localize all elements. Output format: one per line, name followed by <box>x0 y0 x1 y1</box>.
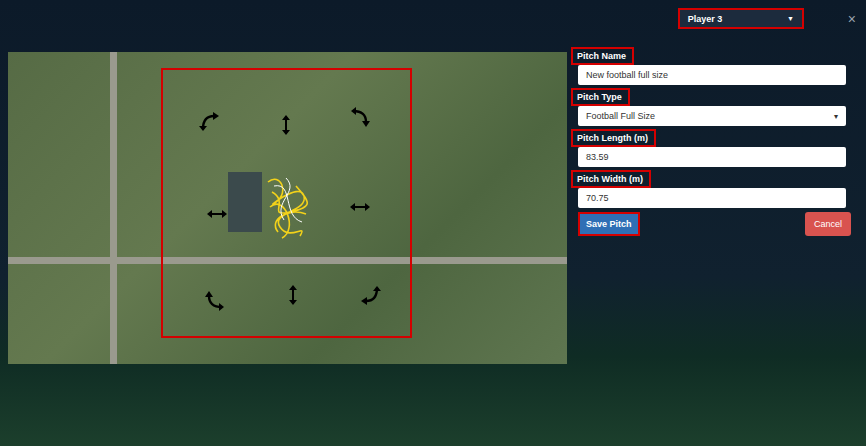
field-label: Pitch Width (m) <box>571 170 651 188</box>
resize-handle-icon[interactable] <box>282 284 304 306</box>
rotate-handle-icon[interactable] <box>349 107 371 129</box>
form-field: Pitch Length (m) 83.59 <box>571 129 851 167</box>
resize-handle-icon[interactable] <box>275 114 297 136</box>
field-value: New football full size <box>586 70 668 80</box>
rotate-handle-icon[interactable] <box>359 284 381 306</box>
cancel-button[interactable]: Cancel <box>805 212 851 236</box>
main-area: Pitch Name New football full size Pitch Ty… <box>0 47 866 364</box>
map-road <box>110 52 117 364</box>
map-road <box>8 257 567 264</box>
field-label: Pitch Type <box>571 88 630 106</box>
form-field: Pitch Name New football full size <box>571 47 851 85</box>
top-bar: Player 3 ▼ × <box>0 0 866 29</box>
close-button[interactable]: × <box>848 11 856 27</box>
field-label: Pitch Name <box>571 47 634 65</box>
player-select-value: Player 3 <box>688 14 723 24</box>
pitch-form: Pitch Name New football full size Pitch Ty… <box>571 47 851 364</box>
text-input[interactable]: New football full size <box>578 65 846 85</box>
text-input[interactable]: 83.59 <box>578 147 846 167</box>
player-select-caret-icon: ▼ <box>787 15 794 22</box>
field-value: 83.59 <box>586 152 609 162</box>
pitch-type-select[interactable]: Football Full Size ▾ <box>578 106 846 126</box>
resize-handle-icon[interactable] <box>349 196 371 218</box>
button-row: Save Pitch Cancel <box>571 212 851 236</box>
select-caret-icon: ▾ <box>834 112 838 121</box>
player-select[interactable]: Player 3 ▼ <box>678 8 804 29</box>
save-button[interactable]: Save Pitch <box>578 212 640 236</box>
field-label: Pitch Length (m) <box>571 129 656 147</box>
rotate-handle-icon[interactable] <box>199 111 221 133</box>
field-value: Football Full Size <box>586 111 655 121</box>
rotate-handle-icon[interactable] <box>204 289 226 311</box>
form-field: Pitch Type Football Full Size ▾ <box>571 88 851 126</box>
text-input[interactable]: 70.75 <box>578 188 846 208</box>
pitch-editor: Player 3 ▼ × Pitch Name New football full si… <box>0 0 866 446</box>
form-field: Pitch Width (m) 70.75 <box>571 170 851 208</box>
gps-track-icon <box>260 172 316 242</box>
resize-handle-icon[interactable] <box>206 203 228 225</box>
map-court <box>228 172 262 232</box>
satellite-map[interactable] <box>8 52 567 364</box>
field-value: 70.75 <box>586 193 609 203</box>
